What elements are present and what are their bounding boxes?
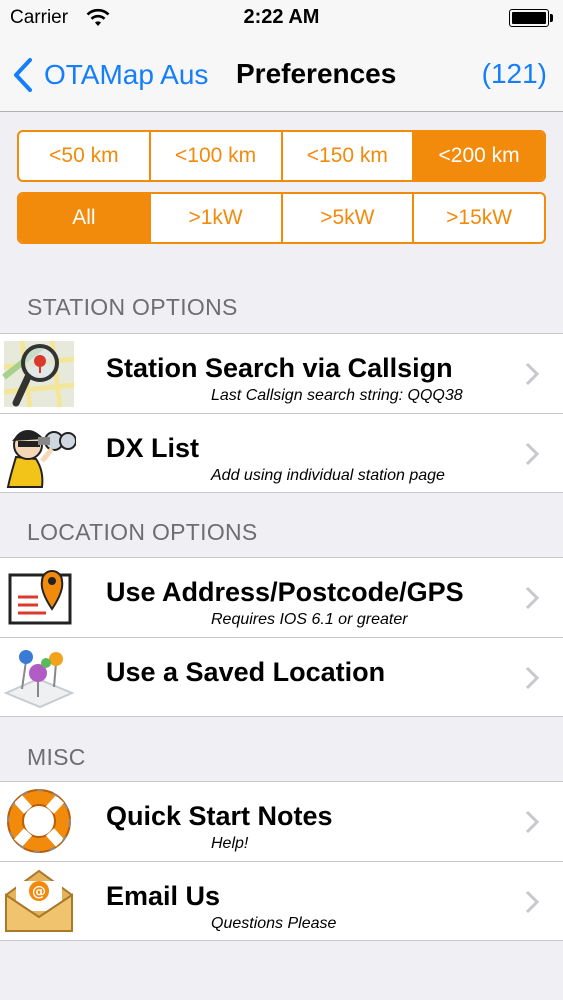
chevron-right-icon <box>525 666 539 690</box>
dx-list-row[interactable]: DX List Add using individual station pag… <box>0 413 563 492</box>
back-button-label: OTAMap Aus <box>44 59 209 90</box>
segment-distance-150[interactable]: <150 km <box>283 132 415 180</box>
binoculars-spy-icon <box>6 430 76 488</box>
segment-power-5kw[interactable]: >5kW <box>283 194 415 242</box>
power-segmented-control: All >1kW >5kW >15kW <box>17 192 546 244</box>
address-pin-icon <box>8 570 72 625</box>
saved-pins-icon <box>3 650 75 709</box>
address-postcode-gps-row[interactable]: Use Address/Postcode/GPS Requires IOS 6.… <box>0 558 563 637</box>
row-subtitle: Add using individual station page <box>211 467 445 484</box>
segment-distance-100[interactable]: <100 km <box>151 132 283 180</box>
distance-segmented-control: <50 km <100 km <150 km <200 km <box>17 130 546 182</box>
row-title: Station Search via Callsign <box>106 353 453 383</box>
row-title: Email Us <box>106 881 221 911</box>
status-bar: Carrier 2:22 AM <box>0 0 563 38</box>
row-subtitle: Help! <box>211 835 249 852</box>
section-header-misc: MISC <box>27 744 86 770</box>
segment-power-15kw[interactable]: >15kW <box>414 194 544 242</box>
segment-distance-50[interactable]: <50 km <box>19 132 151 180</box>
segment-power-all[interactable]: All <box>19 194 151 242</box>
segment-distance-200[interactable]: <200 km <box>414 132 544 180</box>
misc-options-group: Quick Start Notes Help! @ Email Us Quest… <box>0 781 563 941</box>
page-title: Preferences <box>236 58 397 89</box>
chevron-right-icon <box>525 890 539 914</box>
status-time: 2:22 AM <box>243 6 320 28</box>
saved-location-row[interactable]: Use a Saved Location <box>0 637 563 716</box>
chevron-right-icon <box>525 442 539 466</box>
chevron-right-icon <box>525 586 539 610</box>
svg-text:@: @ <box>32 884 46 900</box>
station-search-row[interactable]: Station Search via Callsign Last Callsig… <box>0 334 563 413</box>
section-header-station: STATION OPTIONS <box>27 294 238 320</box>
map-magnifier-icon <box>2 340 75 408</box>
section-header-location: LOCATION OPTIONS <box>27 519 258 545</box>
navigation-bar: OTAMap Aus Preferences (121) <box>0 38 563 112</box>
segment-power-1kw[interactable]: >1kW <box>151 194 283 242</box>
row-subtitle: Requires IOS 6.1 or greater <box>211 611 408 628</box>
back-button[interactable]: OTAMap Aus <box>12 56 208 94</box>
chevron-right-icon <box>525 810 539 834</box>
station-count-button[interactable]: (121) <box>482 58 547 90</box>
lifebuoy-icon <box>7 789 71 853</box>
row-subtitle: Questions Please <box>211 915 337 932</box>
station-options-group: Station Search via Callsign Last Callsig… <box>0 333 563 493</box>
chevron-left-icon <box>14 58 32 92</box>
battery-icon <box>509 9 553 27</box>
envelope-icon: @ <box>5 869 73 932</box>
row-title: Use a Saved Location <box>106 657 386 687</box>
chevron-right-icon <box>525 362 539 386</box>
quick-start-notes-row[interactable]: Quick Start Notes Help! <box>0 782 563 861</box>
row-title: Use Address/Postcode/GPS <box>106 577 464 607</box>
row-subtitle: Last Callsign search string: QQQ38 <box>211 387 463 404</box>
row-title: DX List <box>106 433 200 463</box>
location-options-group: Use Address/Postcode/GPS Requires IOS 6.… <box>0 557 563 717</box>
email-us-row[interactable]: @ Email Us Questions Please <box>0 861 563 940</box>
row-title: Quick Start Notes <box>106 801 333 831</box>
